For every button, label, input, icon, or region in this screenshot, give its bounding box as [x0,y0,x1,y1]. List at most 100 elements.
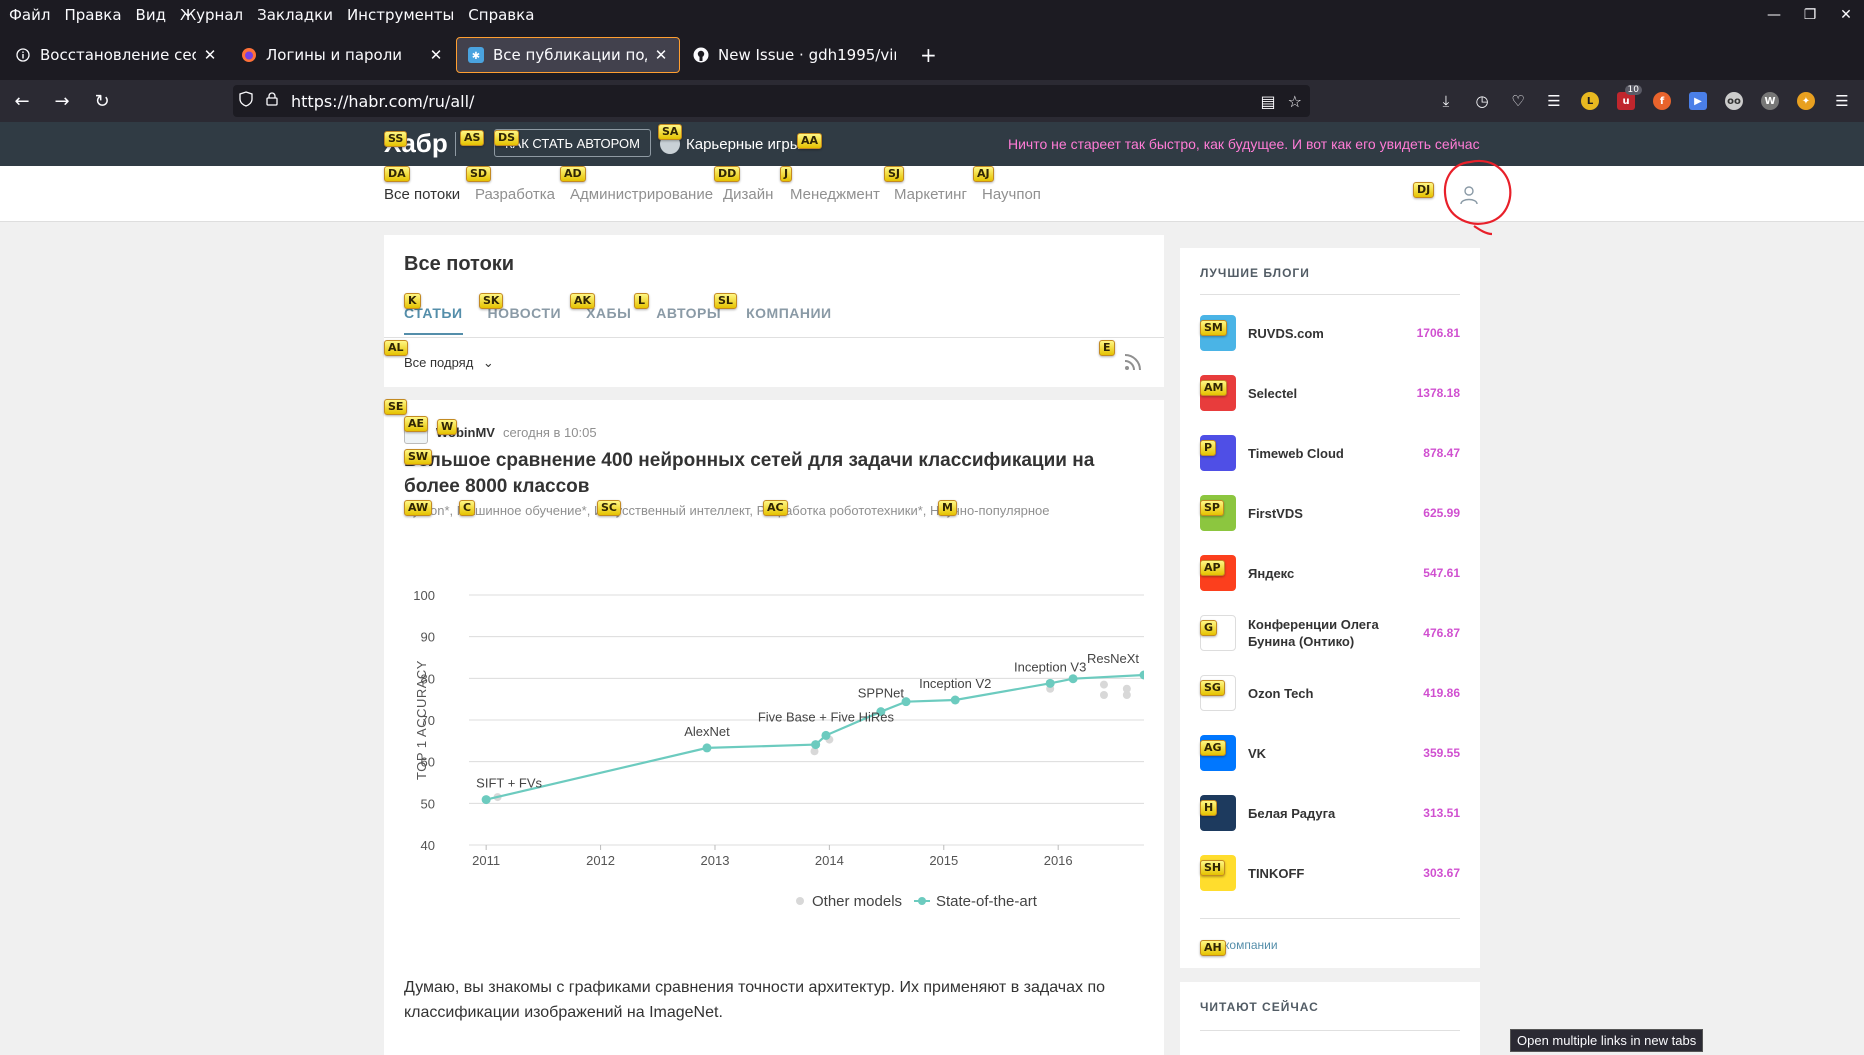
blog-rating: 359.55 [1423,746,1460,760]
tab-title: Все публикации подряд [493,46,647,64]
tab-close-icon[interactable]: ✕ [653,46,669,64]
flow-all[interactable]: Все потоки [384,186,460,203]
close-window-icon[interactable]: ✕ [1828,7,1864,23]
blog-row-ruvds[interactable]: RUVDS.com 1706.81 [1200,313,1460,353]
blog-name[interactable]: FirstVDS [1248,505,1405,522]
tab-articles[interactable]: СТАТЬИ [404,305,463,335]
blog-row-selectel[interactable]: Selectel 1378.18 [1200,373,1460,413]
hint-label: SP [1200,500,1224,516]
forward-button[interactable]: → [44,83,80,119]
blog-row-ontico[interactable]: Конференции Олега Бунина (Онтико) 476.87 [1200,613,1460,653]
rss-icon[interactable] [1124,353,1142,371]
fox-extension-icon[interactable]: f [1644,83,1680,119]
menu-edit[interactable]: Правка [57,6,128,24]
other-model-point [1099,691,1108,699]
hint-label: P [1200,440,1217,456]
pocket-icon[interactable]: ♡ [1500,83,1536,119]
menu-view[interactable]: Вид [129,6,173,24]
blog-rating: 419.86 [1423,686,1460,700]
blog-name[interactable]: Яндекс [1248,565,1405,582]
other-model-point [1122,684,1131,693]
flow-popsci[interactable]: Научпоп [982,186,1041,203]
new-tab-button[interactable]: + [908,43,949,67]
blog-name[interactable]: Ozon Tech [1248,685,1405,702]
flow-marketing[interactable]: Маркетинг [894,186,967,203]
blog-name[interactable]: TINKOFF [1248,865,1405,882]
menu-file[interactable]: Файл [0,6,57,24]
blog-row-timeweb[interactable]: Timeweb Cloud 878.47 [1200,433,1460,473]
hamburger-menu-icon[interactable]: ☰ [1824,83,1860,119]
blog-name[interactable]: RUVDS.com [1248,325,1405,342]
ublock-icon[interactable]: u 10 [1608,83,1644,119]
back-button[interactable]: ← [4,83,40,119]
w-extension-icon[interactable]: W [1752,83,1788,119]
flow-management[interactable]: Менеджмент [790,186,880,203]
tab-github-issue[interactable]: New Issue · gdh1995/vim [682,37,906,73]
article-title[interactable]: Большое сравнение 400 нейронных сетей дл… [404,448,1144,500]
hint-label: AK [570,293,596,309]
x-tick-label: 2014 [815,853,844,868]
sota-point [950,695,960,705]
url-text[interactable]: https://habr.com/ru/all/ [291,92,474,111]
blog-row-tinkoff[interactable]: TINKOFF 303.67 [1200,853,1460,893]
bookmark-star-icon[interactable]: ☆ [1288,92,1302,111]
puzzle-extension-icon[interactable]: ✦ [1788,83,1824,119]
legend-sota-label: State-of-the-art [936,893,1038,910]
download-icon[interactable]: ⤓ [1428,83,1464,119]
blog-row-firstvds[interactable]: FirstVDS 625.99 [1200,493,1460,533]
sota-line [485,673,1144,801]
blog-name[interactable]: Белая Радуга [1248,805,1405,822]
blog-row-vk[interactable]: VK 359.55 [1200,733,1460,773]
blog-row-ozon[interactable]: Ozon Tech 419.86 [1200,673,1460,713]
tab-authors[interactable]: АВТОРЫ [656,305,721,335]
history-clock-icon[interactable]: ◷ [1464,83,1500,119]
firefox-icon [240,46,258,64]
window-controls: — ❐ ✕ [1756,0,1864,30]
hub-link[interactable]: Машинное обучение* [457,503,587,518]
library-icon[interactable]: ☰ [1536,83,1572,119]
sota-point [811,740,821,750]
tab-logins[interactable]: Логины и пароли ✕ [230,37,454,73]
tab-hubs[interactable]: ХАБЫ [586,305,631,335]
restore-icon[interactable]: ❐ [1792,7,1828,23]
tab-companies[interactable]: КОМПАНИИ [746,305,832,335]
tab-habr-all[interactable]: ✱ Все публикации подряд ✕ [456,37,680,73]
reload-button[interactable]: ↻ [84,83,120,119]
lock-icon[interactable] [259,92,285,110]
menu-tools[interactable]: Инструменты [340,6,461,24]
promo-link[interactable]: Ничто не стареет так быстро, как будущее… [1008,136,1480,152]
reader-view-icon[interactable]: ▤ [1261,92,1276,111]
tab-close-icon[interactable]: ✕ [428,46,444,64]
minimize-icon[interactable]: — [1756,7,1792,23]
menu-bookmarks[interactable]: Закладки [250,6,340,24]
blog-name[interactable]: Конференции Олега Бунина (Онтико) [1248,616,1405,650]
tab-session-restore[interactable]: Восстановление сессии ✕ [4,37,228,73]
hint-label: DD [714,166,741,182]
flow-development[interactable]: Разработка [475,186,555,203]
tab-news[interactable]: НОВОСТИ [488,305,562,335]
blog-name[interactable]: VK [1248,745,1405,762]
info-icon [14,46,32,64]
blog-name[interactable]: Selectel [1248,385,1405,402]
blog-row-belaya-raduga[interactable]: Белая Радуга 313.51 [1200,793,1460,833]
hint-label: SC [597,500,621,516]
owl-extension-icon[interactable]: oo [1716,83,1752,119]
extension-l-icon[interactable]: L [1572,83,1608,119]
hint-label: E [1099,340,1115,356]
hint-label: G [1200,620,1218,636]
url-actions: ▤ ☆ [1261,85,1302,117]
menu-history[interactable]: Журнал [173,6,250,24]
flow-administration[interactable]: Администрирование [570,186,713,203]
flow-design[interactable]: Дизайн [723,186,773,203]
shield-icon[interactable] [233,91,259,111]
hint-label: C [459,500,476,516]
tab-close-icon[interactable]: ✕ [202,46,218,64]
hint-label: SE [384,399,408,415]
x-tick-label: 2011 [472,853,500,868]
blog-name[interactable]: Timeweb Cloud [1248,445,1405,462]
filter-dropdown[interactable]: Все подряд ⌄ [404,355,494,371]
video-extension-icon[interactable]: ▶ [1680,83,1716,119]
blog-row-yandex[interactable]: Яндекс 547.61 [1200,553,1460,593]
url-bar[interactable]: https://habr.com/ru/all/ ▤ ☆ [233,85,1310,117]
menu-help[interactable]: Справка [461,6,541,24]
